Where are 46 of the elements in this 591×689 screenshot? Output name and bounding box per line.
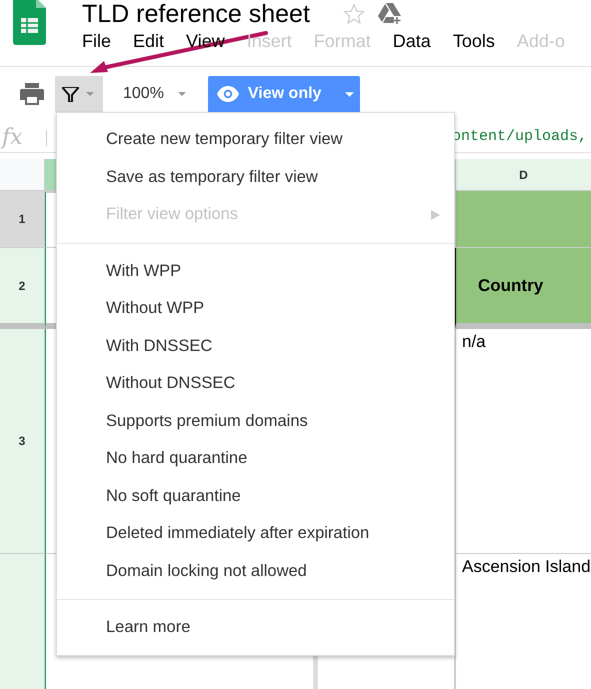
cell-text: n/a: [462, 331, 487, 353]
table-cell[interactable]: Country: [455, 248, 591, 329]
filter-button[interactable]: [55, 76, 103, 112]
zoom-dropdown[interactable]: 100%: [123, 82, 186, 106]
menu-item[interactable]: No hard quarantine: [57, 440, 454, 478]
table-cell[interactable]: [455, 191, 591, 248]
caret-icon: [86, 92, 94, 96]
menu-item[interactable]: Tools: [452, 31, 495, 51]
formula-value[interactable]: ontent/uploads,: [452, 126, 587, 149]
menu-item[interactable]: Save as temporary filter view: [57, 158, 454, 196]
row-header[interactable]: 1: [0, 191, 45, 248]
menu-item[interactable]: Deleted immediately after expiration: [57, 515, 454, 552]
row-number: 2: [18, 278, 26, 294]
cell-text: Country: [478, 274, 544, 296]
menu-item[interactable]: Edit: [133, 31, 164, 51]
menu-item[interactable]: Learn more: [57, 609, 454, 646]
menu-item[interactable]: Without DNSSEC: [57, 365, 454, 402]
row-number: 1: [18, 211, 26, 228]
menu-item[interactable]: Create new temporary filter view: [57, 121, 454, 158]
menu-item[interactable]: Domain locking not allowed: [57, 552, 454, 590]
menu-item[interactable]: File: [82, 31, 112, 51]
filter-icon: [62, 86, 79, 102]
menu-item[interactable]: With DNSSEC: [57, 328, 454, 365]
sheets-logo-icon[interactable]: [13, 0, 46, 45]
print-icon[interactable]: [20, 83, 44, 105]
menu-item[interactable]: Without WPP: [57, 290, 454, 328]
table-cell[interactable]: Ascension Island: [455, 554, 591, 689]
row-number: 3: [18, 433, 26, 450]
drive-add-icon[interactable]: [378, 3, 402, 25]
row-header[interactable]: 2: [0, 248, 45, 329]
table-cell[interactable]: n/a: [455, 329, 591, 554]
menu-item[interactable]: Data: [392, 31, 431, 51]
row-header[interactable]: 3: [0, 329, 45, 554]
caret-icon: [178, 92, 186, 96]
menu-item[interactable]: No soft quarantine: [57, 478, 454, 515]
formula-label: fx: [2, 124, 24, 152]
eye-icon: [216, 86, 239, 102]
column-header[interactable]: D: [455, 159, 591, 191]
cell-text: Ascension Island: [462, 556, 591, 578]
caret-icon: [344, 92, 354, 96]
star-icon[interactable]: [342, 3, 365, 25]
corner-cell[interactable]: [0, 159, 45, 191]
submenu-arrow-icon: [431, 210, 440, 220]
menu-item[interactable]: With WPP: [57, 252, 454, 290]
document-title[interactable]: TLD reference sheet: [82, 0, 310, 28]
menu-item[interactable]: Supports premium domains: [57, 402, 454, 440]
